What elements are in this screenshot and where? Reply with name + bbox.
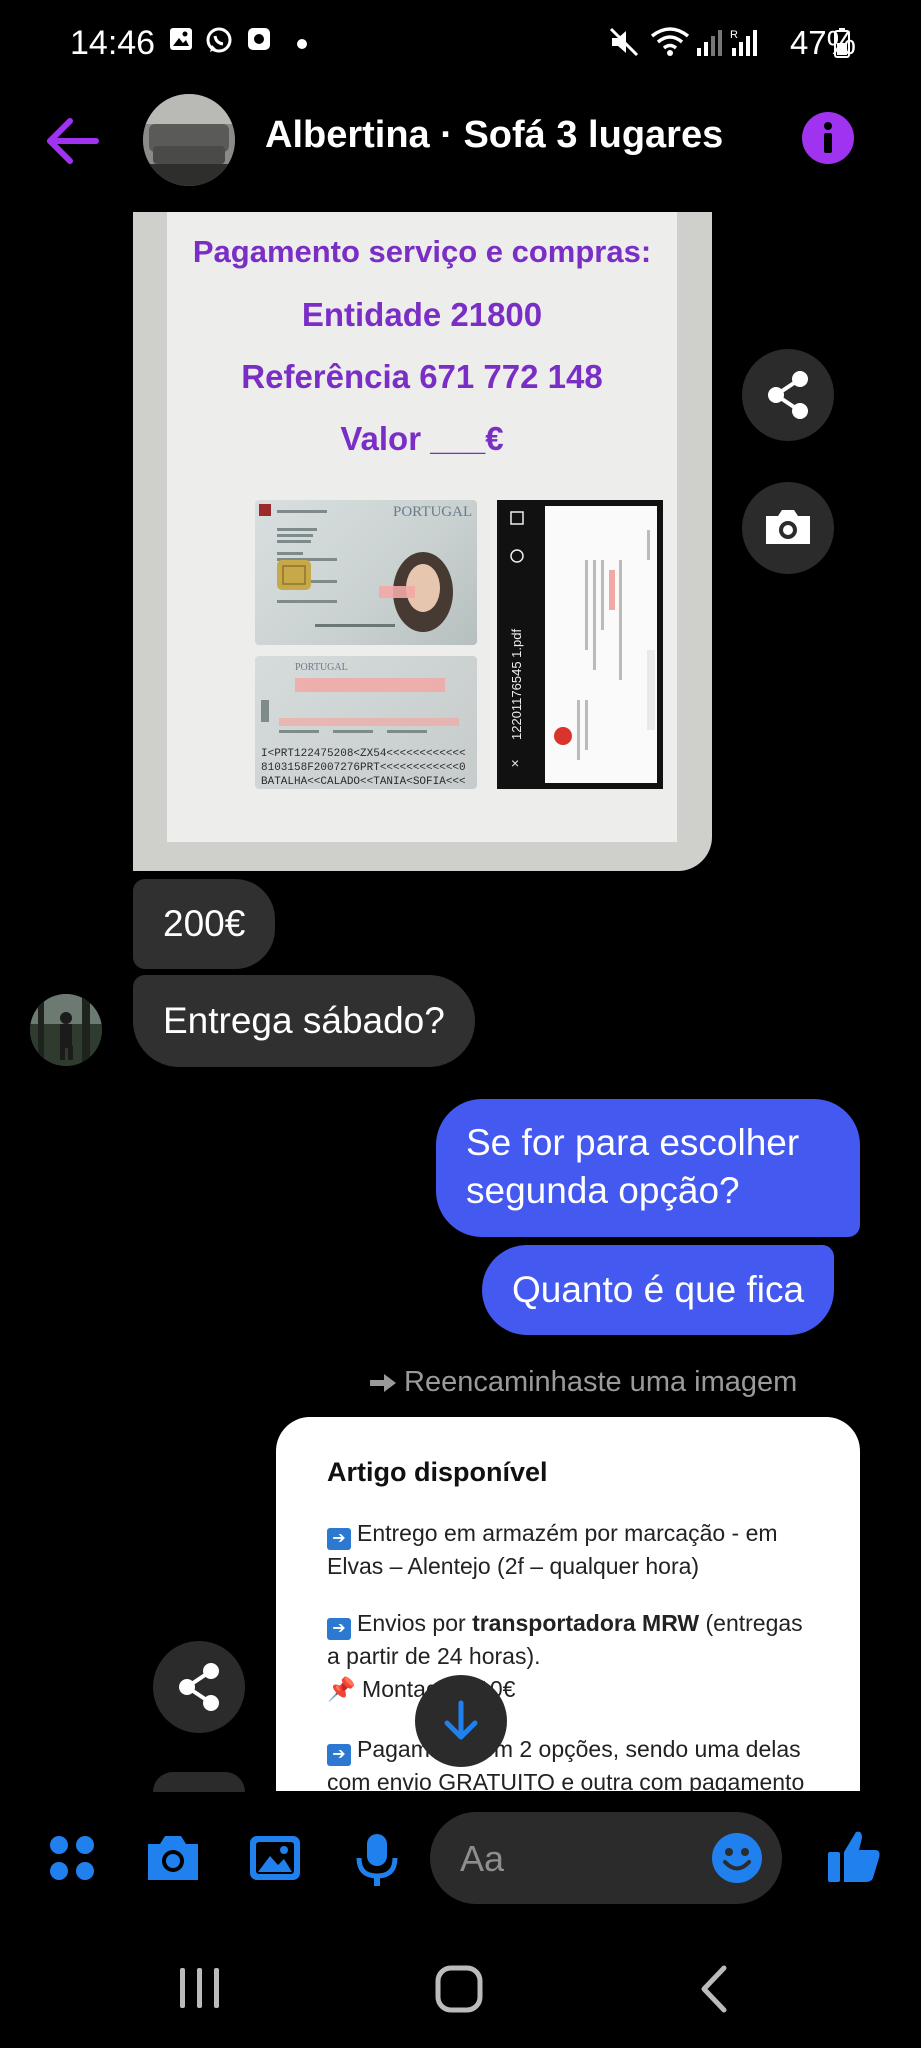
pdf-screenshot-image: 12201176545 1.pdf × bbox=[497, 500, 663, 789]
message-bubble-out[interactable]: Se for para escolher segunda opção? bbox=[436, 1099, 860, 1237]
like-thumbs-up-icon[interactable] bbox=[826, 1828, 882, 1884]
apps-menu-icon[interactable] bbox=[46, 1832, 98, 1884]
system-navigation-bar bbox=[0, 1922, 921, 2048]
image-message-payment[interactable]: Pagamento serviço e compras: Entidade 21… bbox=[133, 212, 712, 871]
svg-text:×: × bbox=[511, 755, 519, 771]
camera-effects-button[interactable] bbox=[742, 482, 834, 574]
payment-reference: Referência 671 772 148 bbox=[241, 358, 603, 395]
message-input-placeholder: Aa bbox=[460, 1838, 505, 1879]
battery-icon bbox=[834, 28, 850, 58]
back-arrow-icon[interactable] bbox=[44, 116, 100, 166]
payment-title: Pagamento serviço e compras: bbox=[192, 234, 652, 269]
share-icon bbox=[768, 371, 808, 419]
payment-value: Valor ___€ bbox=[340, 420, 504, 457]
chat-header: Albertina · Sofá 3 lugares bbox=[0, 86, 921, 198]
id-card-back-image: PORTUGAL I<PRT122475208<ZX54<<<<<<<<<<<<… bbox=[255, 656, 477, 789]
mrz-line-3: BATALHA<<CALADO<<TANIA<SOFIA<<< bbox=[261, 776, 466, 788]
info-button[interactable] bbox=[802, 112, 854, 164]
arrow-right-icon: ➔ bbox=[327, 1528, 351, 1550]
mute-icon bbox=[609, 27, 639, 57]
message-bubble-in[interactable]: 200€ bbox=[133, 879, 276, 969]
id-card-country: PORTUGAL bbox=[393, 504, 472, 520]
gallery-icon[interactable] bbox=[248, 1832, 302, 1884]
status-bar: 14:46 R 47% bbox=[0, 0, 921, 86]
payment-entity: Entidade 21800 bbox=[301, 296, 543, 333]
wifi-icon bbox=[650, 27, 690, 56]
recent-apps-icon[interactable] bbox=[178, 1966, 222, 2010]
forward-arrow-icon bbox=[370, 1374, 396, 1392]
message-bubble-out[interactable]: Quanto é que fica bbox=[482, 1245, 835, 1335]
arrow-right-icon: ➔ bbox=[327, 1744, 351, 1766]
id-card-front-image: PORTUGAL bbox=[255, 500, 477, 645]
signal-icon bbox=[697, 30, 722, 56]
message-bubble-in[interactable]: Entrega sábado? bbox=[133, 975, 475, 1067]
mrz-line-2: 8103158F2007276PRT<<<<<<<<<<<<0 bbox=[261, 762, 466, 774]
arrow-down-icon bbox=[444, 1700, 478, 1740]
arrow-right-icon: ➔ bbox=[327, 1618, 351, 1640]
message-line: segunda opção? bbox=[466, 1170, 740, 1211]
home-icon[interactable] bbox=[434, 1964, 484, 2014]
status-time: 14:46 bbox=[70, 24, 156, 62]
listing-info-paragraph: ➔ Pagamento em 2 opções, sendo uma delas … bbox=[327, 1736, 805, 1791]
share-image-button[interactable] bbox=[742, 349, 834, 441]
forwarded-note-text: Reencaminhaste uma imagem bbox=[404, 1366, 798, 1398]
listing-info-title: Artigo disponível bbox=[327, 1457, 548, 1487]
pushpin-icon: 📌 bbox=[327, 1676, 356, 1702]
signal-roaming-icon: R bbox=[730, 29, 757, 56]
payment-image-content: Pagamento serviço e compras: Entidade 21… bbox=[167, 212, 677, 842]
image-message-listing-info[interactable]: Artigo disponível ➔ Entrego em armazém po… bbox=[276, 1417, 860, 1791]
share-image-button[interactable] bbox=[153, 1641, 245, 1733]
scroll-to-bottom-button[interactable] bbox=[415, 1675, 507, 1767]
listing-info-paragraph: ➔ Entrego em armazém por marcação - em El… bbox=[327, 1520, 778, 1579]
svg-text:R: R bbox=[730, 29, 738, 41]
app-notification-icon bbox=[248, 28, 270, 50]
emoji-icon[interactable] bbox=[710, 1831, 764, 1885]
mrz-line-1: I<PRT122475208<ZX54<<<<<<<<<<<< bbox=[261, 748, 466, 760]
camera-icon[interactable] bbox=[144, 1832, 202, 1884]
whatsapp-notification-icon bbox=[206, 27, 232, 53]
forwarded-note: Reencaminhaste uma imagem bbox=[368, 1366, 797, 1399]
info-icon bbox=[824, 122, 832, 153]
camera-effects-button-partial[interactable] bbox=[153, 1772, 245, 1792]
message-composer: Aa bbox=[0, 1792, 921, 1922]
listing-avatar[interactable] bbox=[143, 94, 235, 186]
svg-text:PORTUGAL: PORTUGAL bbox=[295, 662, 348, 673]
message-input[interactable]: Aa bbox=[430, 1812, 782, 1904]
sofa-thumbnail-image bbox=[143, 94, 235, 186]
camera-icon bbox=[766, 510, 810, 544]
listing-info-paragraph: ➔ Envios por transportadora MRW (entregas… bbox=[327, 1610, 803, 1702]
microphone-icon[interactable] bbox=[354, 1832, 400, 1888]
pdf-filename: 12201176545 1.pdf bbox=[509, 629, 524, 740]
sender-avatar[interactable] bbox=[30, 994, 102, 1066]
message-line: Se for para escolher bbox=[466, 1122, 800, 1163]
gallery-notification-icon bbox=[170, 28, 192, 50]
chat-title[interactable]: Albertina · Sofá 3 lugares bbox=[265, 114, 723, 157]
more-notifications-dot-icon bbox=[297, 39, 307, 49]
share-icon bbox=[179, 1663, 219, 1711]
system-back-icon[interactable] bbox=[696, 1964, 732, 2014]
